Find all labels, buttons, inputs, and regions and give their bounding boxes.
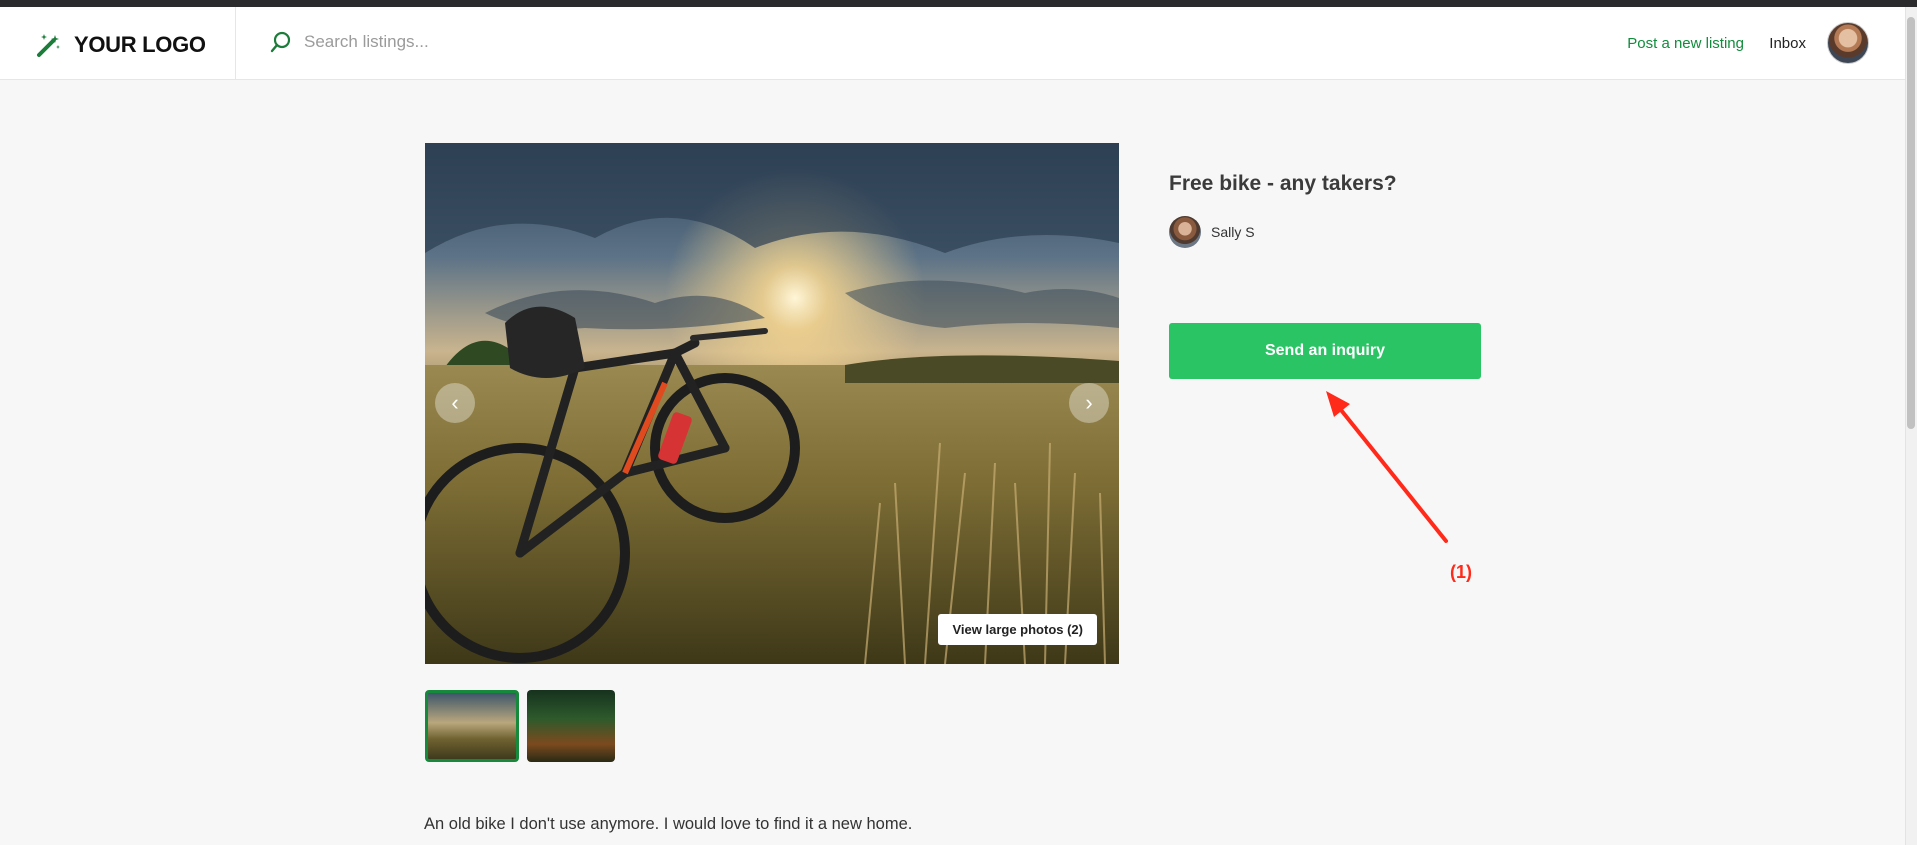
previous-photo-button[interactable]: ‹ bbox=[435, 383, 475, 423]
scrollbar-thumb[interactable] bbox=[1907, 17, 1915, 429]
photo-thumbnails bbox=[425, 690, 615, 762]
author-name[interactable]: Sally S bbox=[1211, 224, 1255, 240]
search-bar bbox=[270, 31, 604, 53]
logo[interactable]: YOUR LOGO bbox=[36, 30, 206, 60]
listing-author[interactable]: Sally S bbox=[1169, 216, 1255, 248]
next-photo-button[interactable]: › bbox=[1069, 383, 1109, 423]
listing-title: Free bike - any takers? bbox=[1169, 172, 1397, 195]
post-listing-link[interactable]: Post a new listing bbox=[1627, 35, 1744, 52]
nav-divider bbox=[235, 7, 236, 79]
scrollbar[interactable] bbox=[1905, 7, 1917, 845]
chevron-right-icon: › bbox=[1085, 390, 1093, 415]
thumbnail-bike-field[interactable] bbox=[425, 690, 519, 762]
author-avatar[interactable] bbox=[1169, 216, 1201, 248]
chevron-left-icon: ‹ bbox=[451, 390, 459, 415]
top-strip bbox=[0, 0, 1917, 7]
logo-text: YOUR LOGO bbox=[74, 32, 206, 57]
inbox-link[interactable]: Inbox bbox=[1769, 35, 1806, 52]
bike-in-field-image bbox=[425, 143, 1119, 664]
search-icon bbox=[270, 31, 291, 53]
send-inquiry-button[interactable]: Send an inquiry bbox=[1169, 323, 1481, 379]
user-avatar[interactable] bbox=[1827, 22, 1869, 64]
listing-main-photo[interactable]: ‹ › View large photos (2) bbox=[425, 143, 1119, 664]
thumbnail-forest-rider[interactable] bbox=[527, 690, 615, 762]
magic-wand-icon bbox=[37, 34, 60, 57]
listing-description: An old bike I don't use anymore. I would… bbox=[424, 815, 913, 833]
annotation-label: (1) bbox=[1450, 562, 1472, 582]
navbar: YOUR LOGO Post a new listing Inbox bbox=[0, 7, 1905, 80]
view-large-photos-button[interactable]: View large photos (2) bbox=[938, 614, 1097, 645]
search-input[interactable] bbox=[304, 32, 604, 52]
